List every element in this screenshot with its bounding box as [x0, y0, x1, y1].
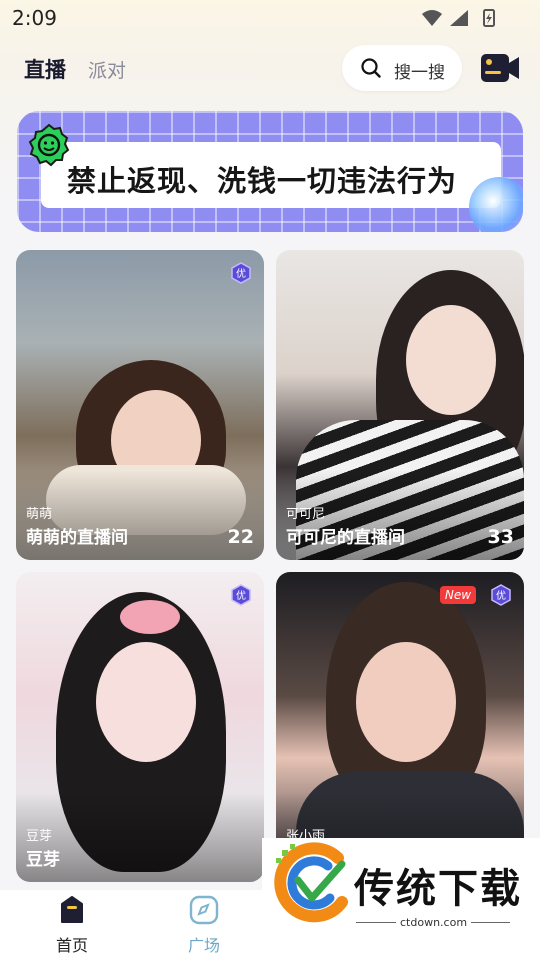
photo-bow [120, 600, 180, 634]
viewer-count: 33 [487, 526, 514, 548]
tab-party[interactable]: 派对 [88, 56, 126, 83]
nav-home[interactable]: 首页 [54, 894, 90, 956]
nav-plaza-label: 广场 [187, 936, 220, 955]
photo-face [96, 642, 196, 762]
live-room-card[interactable]: New 优 张小雨 [276, 572, 524, 882]
viewer-count: 22 [227, 526, 254, 548]
host-name: 豆芽 [26, 829, 53, 844]
quality-badge-icon: 优 [231, 584, 251, 606]
smile-badge-icon [28, 123, 70, 167]
watermark-logo-icon [274, 842, 348, 923]
search-box[interactable]: 搜一搜 [342, 45, 462, 91]
status-time: 2:09 [12, 6, 57, 30]
nav-home-label: 首页 [55, 936, 88, 955]
new-badge: New [440, 586, 476, 604]
photo-face [356, 642, 456, 762]
room-title: 可可尼的直播间 [286, 528, 405, 548]
status-bar: 2:09 [0, 0, 540, 36]
home-icon [61, 896, 83, 923]
banner-text: 禁止返现、洗钱一切违法行为 [67, 164, 458, 198]
top-tabs: 直播 派对 [24, 54, 126, 84]
cellular-signal-icon [450, 10, 468, 26]
quality-badge-icon: 优 [491, 584, 511, 606]
tab-live[interactable]: 直播 [24, 54, 66, 84]
svg-text:优: 优 [236, 589, 246, 602]
quality-badge-icon: 优 [231, 262, 251, 284]
system-status-icons [422, 9, 495, 27]
search-icon [361, 58, 381, 78]
go-live-camera-icon[interactable] [480, 51, 520, 85]
wifi-icon [422, 10, 442, 26]
photo-face [406, 305, 496, 415]
svg-text:优: 优 [496, 589, 506, 602]
host-name: 可可尼 [286, 507, 326, 522]
room-title: 豆芽 [26, 850, 60, 870]
watermark-domain: ctdown.com [396, 916, 472, 929]
notice-banner[interactable]: 禁止返现、洗钱一切违法行为 [17, 111, 523, 232]
compass-icon [189, 895, 219, 925]
nav-plaza[interactable]: 广场 [186, 894, 222, 956]
live-room-card[interactable]: 优 豆芽 豆芽 [16, 572, 264, 882]
watermark-title: 传统下载 [354, 866, 522, 912]
room-title: 萌萌的直播间 [26, 528, 128, 548]
svg-text:优: 优 [236, 267, 246, 280]
live-room-card[interactable]: 优 萌萌 萌萌的直播间 22 [16, 250, 264, 560]
live-room-card[interactable]: 可可尼 可可尼的直播间 33 [276, 250, 524, 560]
host-name: 萌萌 [26, 507, 53, 522]
search-placeholder: 搜一搜 [394, 63, 445, 83]
site-watermark: 传统下载 ctdown.com [262, 838, 540, 942]
decor-orb [469, 177, 523, 232]
